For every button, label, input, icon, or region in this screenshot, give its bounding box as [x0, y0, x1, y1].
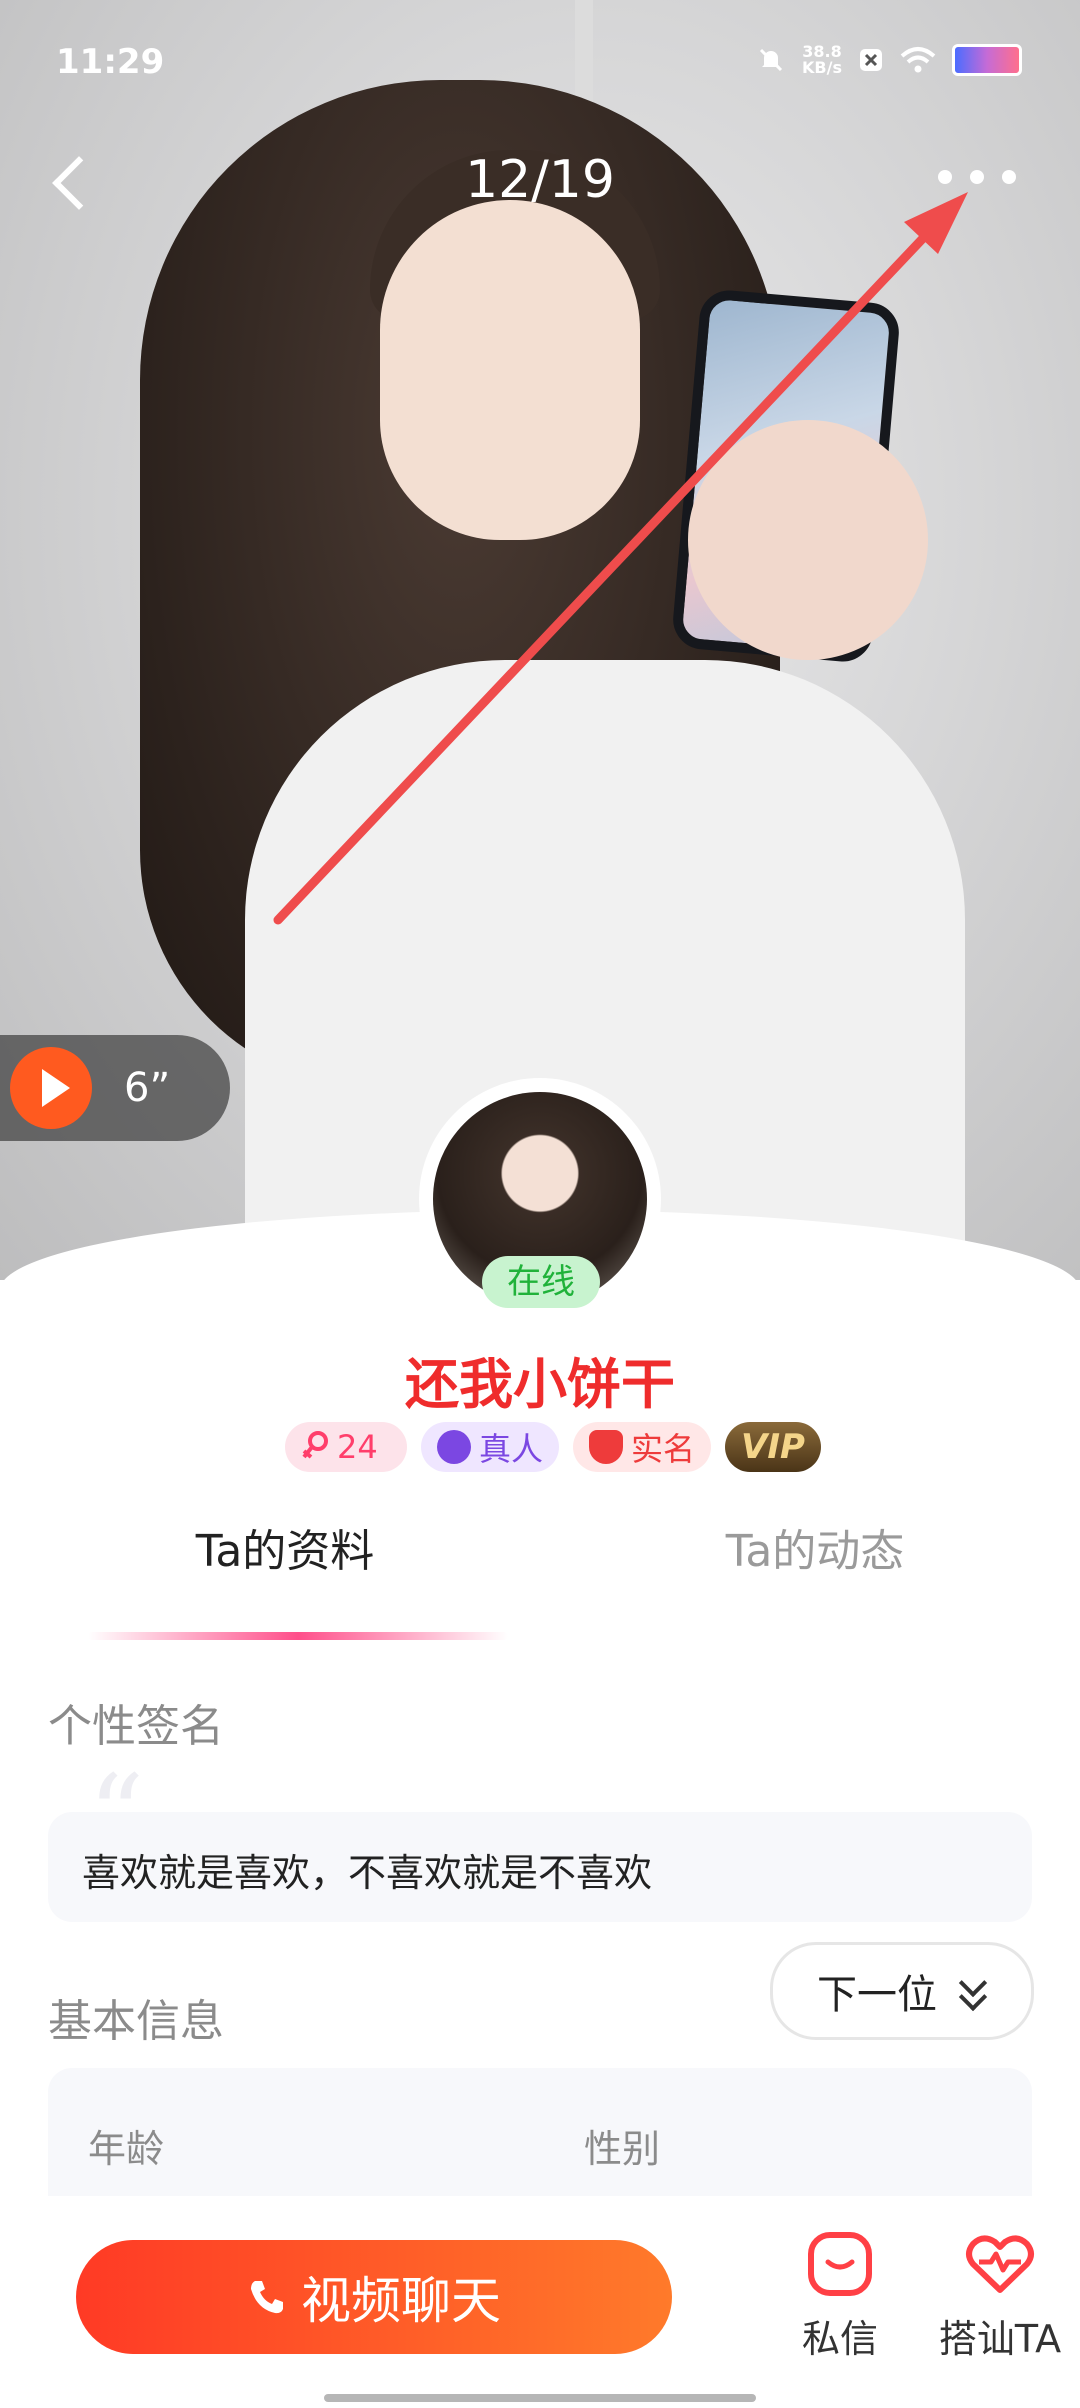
home-indicator[interactable] — [324, 2394, 756, 2402]
flirt-label: 搭讪TA — [938, 2317, 1062, 2361]
private-message-label: 私信 — [801, 2317, 878, 2361]
real-person-badge: 真人 — [421, 1422, 560, 1472]
double-chevron-down-icon — [957, 1973, 987, 2009]
play-icon[interactable] — [10, 1047, 92, 1129]
real-person-label: 真人 — [479, 1430, 544, 1468]
chat-smile-icon — [808, 2232, 872, 2296]
video-chat-button[interactable]: 视频聊天 — [76, 2240, 672, 2354]
age-field-label: 年龄 — [88, 2127, 165, 2171]
tab-profile-info[interactable]: Ta的资料 — [100, 1515, 470, 1579]
private-message-button[interactable]: 私信 — [790, 2232, 890, 2363]
profile-name: 还我小饼干 — [405, 1353, 675, 1416]
heart-pulse-icon — [966, 2235, 1034, 2293]
next-profile-label: 下一位 — [817, 1972, 937, 2018]
female-icon — [302, 1431, 328, 1459]
video-chat-label: 视频聊天 — [301, 2272, 501, 2330]
voice-intro[interactable]: 6” — [0, 1035, 230, 1141]
quote-icon: “ — [88, 1751, 145, 1879]
basic-info-section-title: 基本信息 — [48, 1996, 224, 2047]
voice-duration: 6” — [124, 1065, 171, 1111]
signature-section-title: 个性签名 — [48, 1701, 224, 1752]
real-name-badge: 实名 — [573, 1422, 712, 1472]
gender-field-label: 性别 — [584, 2127, 661, 2171]
age-badge: 24 — [285, 1422, 407, 1472]
age-value: 24 — [337, 1428, 378, 1466]
phone-icon — [251, 2281, 283, 2314]
online-badge: 在线 — [482, 1256, 600, 1308]
vip-badge: VIP — [725, 1422, 821, 1472]
tab-moments[interactable]: Ta的动态 — [630, 1515, 1000, 1579]
next-profile-button[interactable]: 下一位 — [770, 1942, 1034, 2040]
real-name-label: 实名 — [631, 1430, 696, 1468]
signature-text: 喜欢就是喜欢，不喜欢就是不喜欢 — [82, 1851, 653, 1895]
verified-icon — [437, 1430, 471, 1464]
profile-badges: 24 真人 实名 VIP — [285, 1422, 821, 1472]
shield-icon — [589, 1430, 624, 1464]
flirt-button[interactable]: 搭讪TA — [930, 2232, 1070, 2363]
tab-active-indicator — [88, 1632, 508, 1640]
